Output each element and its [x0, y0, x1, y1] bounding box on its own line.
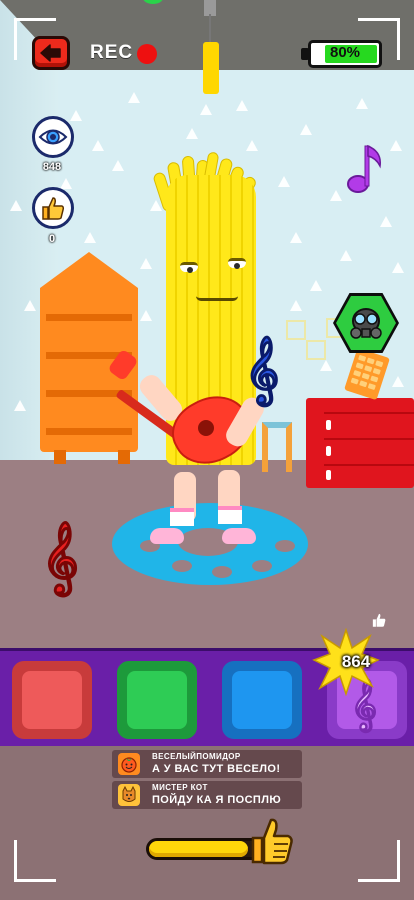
- wallpaper-triangle: [300, 124, 312, 135]
- cat-avatar: [118, 784, 140, 806]
- wallpaper-triangle: [290, 300, 302, 311]
- wallpaper-triangle: [236, 100, 248, 111]
- chat-message: ВЕСЕЛЫЙПОМИДОР А У ВАС ТУТ ВЕСЕЛО!: [112, 750, 302, 778]
- wallpaper-triangle: [246, 140, 258, 151]
- wall-frame: [286, 320, 306, 340]
- arrow-left-icon: [40, 44, 61, 62]
- wallpaper-triangle: [140, 258, 152, 269]
- pad-face: [22, 671, 82, 729]
- wallpaper-triangle: [356, 98, 368, 109]
- battery-indicator: 80%: [308, 40, 382, 68]
- hanging-yellow-block: [203, 42, 219, 94]
- wallpaper-triangle: [380, 216, 392, 227]
- treble-clef-icon: 𝄞: [42, 520, 80, 593]
- chat-text: ПОЙДУ КА Я ПОСПЛЮ: [152, 794, 282, 806]
- wallpaper-triangle: [278, 176, 290, 187]
- tomato-icon: [121, 757, 137, 773]
- character-sock: [170, 508, 194, 526]
- gas-mask-icon: [350, 308, 382, 339]
- like-meter-track: [146, 838, 264, 860]
- wallpaper-triangle: [392, 376, 404, 387]
- wallpaper-triangle: [320, 360, 332, 371]
- score-counter: 864: [341, 652, 371, 671]
- likes-count: 0: [48, 233, 56, 245]
- cat-icon: [122, 786, 136, 802]
- character-mouth: [196, 296, 238, 301]
- wallpaper-triangle: [310, 280, 322, 291]
- wallpaper-triangle: [92, 140, 104, 151]
- thumbs-up-icon: [372, 613, 386, 627]
- wallpaper-triangle: [128, 92, 140, 103]
- character-right-eye: [228, 258, 246, 269]
- red-pad-button[interactable]: [12, 661, 92, 739]
- blue-pad-button[interactable]: [222, 661, 302, 739]
- wallpaper-triangle: [84, 232, 96, 243]
- wallpaper-triangle: [60, 178, 72, 189]
- rec-label: REC: [90, 42, 134, 63]
- wallpaper-triangle: [290, 232, 302, 243]
- pad-face: [232, 671, 292, 729]
- chat-author: МИСТЕР КОТ: [152, 783, 208, 792]
- wallpaper-triangle: [14, 400, 26, 411]
- wallpaper-triangle: [340, 250, 352, 261]
- character-sock: [218, 506, 242, 524]
- pad-face: [127, 671, 187, 729]
- likes-button[interactable]: [32, 187, 74, 229]
- wallpaper-triangle: [140, 310, 152, 321]
- wallpaper-triangle: [24, 300, 36, 311]
- wallpaper-triangle: [392, 262, 404, 273]
- wallpaper-triangle: [10, 200, 22, 211]
- character-left-shoe: [150, 528, 184, 544]
- wallpaper-triangle: [330, 190, 342, 201]
- guitar-sound-hole: [198, 420, 214, 436]
- music-note-icon: [347, 144, 381, 193]
- hook-bar: [209, 14, 211, 44]
- shelf-leg: [118, 450, 130, 464]
- views-count: 848: [42, 161, 62, 173]
- thumbs-up-icon: [42, 197, 65, 220]
- chair: [262, 422, 292, 472]
- wallpaper-triangle: [200, 104, 212, 115]
- chat-author: ВЕСЕЛЫЙПОМИДОР: [152, 752, 241, 761]
- eye-icon: [38, 129, 68, 145]
- chat-message: МИСТЕР КОТ ПОЙДУ КА Я ПОСПЛЮ: [112, 781, 302, 809]
- camera-frame-corner: [358, 840, 400, 882]
- wallpaper-triangle: [186, 128, 198, 139]
- treble-clef-icon: 𝄞: [244, 335, 280, 403]
- chat-text: А У ВАС ТУТ ВЕСЕЛО!: [152, 763, 281, 775]
- like-meter-fill: [149, 841, 248, 857]
- wall-frame: [306, 340, 326, 360]
- shelf-leg: [54, 450, 66, 464]
- tomato-avatar: [118, 753, 140, 775]
- wallpaper-triangle: [70, 110, 82, 121]
- character-left-eye: [180, 262, 198, 273]
- character-right-shoe: [222, 528, 256, 544]
- thumbs-up-icon: [251, 818, 293, 865]
- views-button[interactable]: [32, 116, 74, 158]
- back-button[interactable]: [32, 36, 70, 70]
- rec-indicator-dot: [137, 44, 157, 64]
- wallpaper-triangle: [112, 160, 124, 171]
- wallpaper-triangle: [390, 140, 402, 151]
- camera-frame-corner: [14, 840, 56, 882]
- green-pad-button[interactable]: [117, 661, 197, 739]
- red-desk: [306, 398, 414, 488]
- battery-percent: 80%: [329, 44, 361, 61]
